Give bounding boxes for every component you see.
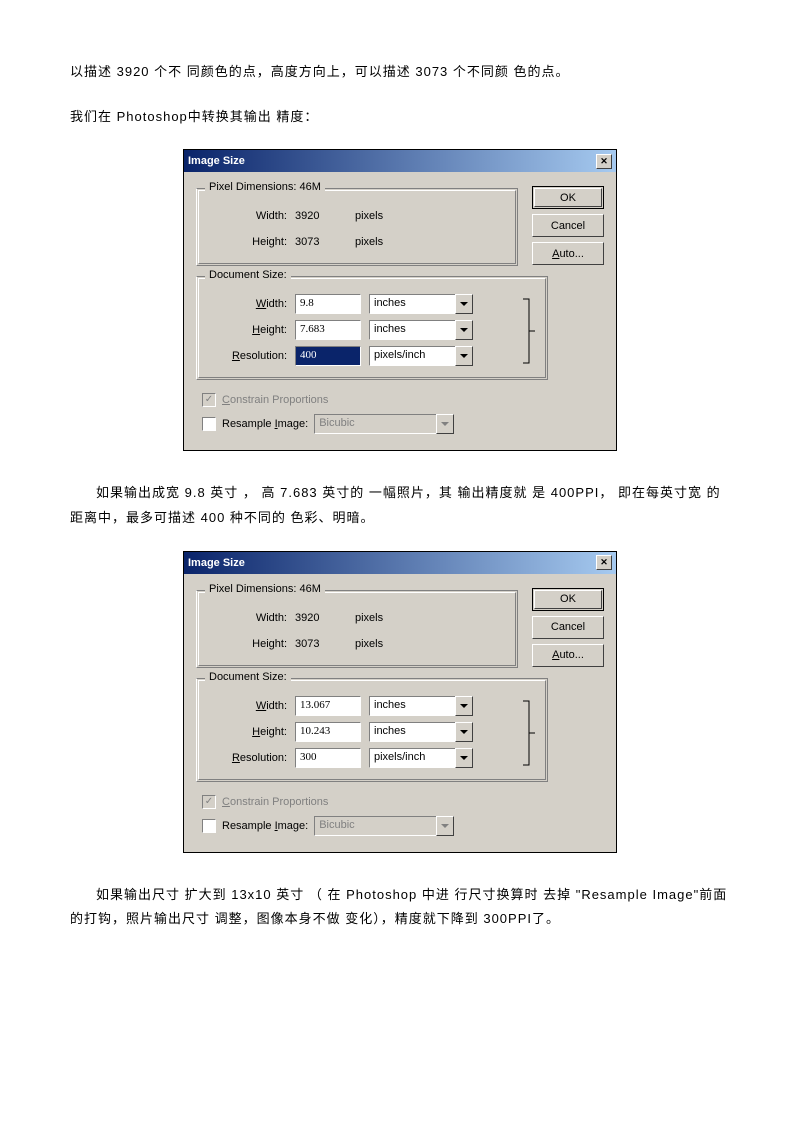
- document-size-legend: Document Size:: [205, 671, 291, 683]
- pixel-dimensions-legend: Pixel Dimensions: 46M: [205, 583, 325, 595]
- paragraph-1: 以描述 3920 个不 同颜色的点，高度方向上，可以描述 3073 个不同颜 色…: [70, 60, 730, 85]
- auto-button[interactable]: Auto...: [532, 644, 604, 667]
- width-label: Width:: [207, 612, 295, 624]
- chevron-down-icon: [460, 302, 468, 306]
- width-label: Width:: [207, 210, 295, 222]
- resample-image-checkbox[interactable]: Resample Image: Bicubic: [202, 414, 604, 434]
- dialog-title: Image Size: [188, 155, 245, 167]
- chevron-down-icon: [460, 756, 468, 760]
- pixel-dimensions-legend: Pixel Dimensions: 46M: [205, 181, 325, 193]
- resample-method-dropdown: Bicubic: [314, 816, 454, 836]
- titlebar: Image Size ✕: [184, 552, 616, 574]
- doc-height-input[interactable]: 7.683: [295, 320, 361, 340]
- doc-height-label: Height:: [207, 726, 295, 738]
- close-icon: ✕: [600, 156, 608, 167]
- chevron-down-icon: [460, 730, 468, 734]
- height-label: Height:: [207, 236, 295, 248]
- close-button[interactable]: ✕: [596, 154, 612, 169]
- document-size-group: Document Size: Width:13.067inches Height…: [196, 678, 548, 782]
- resolution-input[interactable]: 400: [295, 346, 361, 366]
- resample-image-checkbox[interactable]: Resample Image: Bicubic: [202, 816, 604, 836]
- document-size-legend: Document Size:: [205, 269, 291, 281]
- chevron-down-icon: [460, 704, 468, 708]
- close-icon: ✕: [600, 557, 608, 568]
- doc-width-input[interactable]: 13.067: [295, 696, 361, 716]
- resolution-input[interactable]: 300: [295, 748, 361, 768]
- image-size-dialog-1: Image Size ✕ OK Cancel Auto... Pixel Dim…: [183, 149, 617, 451]
- doc-width-label: Width:: [207, 298, 295, 310]
- resample-method-dropdown: Bicubic: [314, 414, 454, 434]
- resolution-label: Resolution:: [207, 350, 295, 362]
- check-icon: ✓: [205, 395, 213, 405]
- link-bracket-icon: [521, 693, 539, 771]
- doc-width-unit-dropdown[interactable]: inches: [369, 696, 473, 716]
- ok-button[interactable]: OK: [532, 186, 604, 209]
- height-label: Height:: [207, 638, 295, 650]
- auto-button[interactable]: Auto...: [532, 242, 604, 265]
- pixel-width-unit: pixels: [355, 612, 425, 624]
- chevron-down-icon: [460, 354, 468, 358]
- dialog-title: Image Size: [188, 557, 245, 569]
- doc-height-unit-dropdown[interactable]: inches: [369, 722, 473, 742]
- image-size-dialog-2: Image Size ✕ OK Cancel Auto... Pixel Dim…: [183, 551, 617, 853]
- doc-width-unit-dropdown[interactable]: inches: [369, 294, 473, 314]
- pixel-height-unit: pixels: [355, 638, 425, 650]
- constrain-proportions-checkbox: ✓ Constrain Proportions: [202, 792, 604, 812]
- pixel-height-value: 3073: [295, 638, 355, 650]
- resolution-label: Resolution:: [207, 752, 295, 764]
- chevron-down-icon: [460, 328, 468, 332]
- ok-button[interactable]: OK: [532, 588, 604, 611]
- pixel-dimensions-group: Pixel Dimensions: 46M Width:3920pixels H…: [196, 188, 518, 266]
- pixel-height-unit: pixels: [355, 236, 425, 248]
- doc-width-input[interactable]: 9.8: [295, 294, 361, 314]
- document-size-group: Document Size: Width:9.8inches Height:7.…: [196, 276, 548, 380]
- resolution-unit-dropdown[interactable]: pixels/inch: [369, 346, 473, 366]
- chevron-down-icon: [441, 824, 449, 828]
- pixel-width-value: 3920: [295, 612, 355, 624]
- close-button[interactable]: ✕: [596, 555, 612, 570]
- doc-height-label: Height:: [207, 324, 295, 336]
- check-icon: ✓: [205, 797, 213, 807]
- pixel-width-value: 3920: [295, 210, 355, 222]
- cancel-button[interactable]: Cancel: [532, 616, 604, 639]
- paragraph-2: 我们在 Photoshop中转换其输出 精度：: [70, 105, 730, 130]
- link-bracket-icon: [521, 291, 539, 369]
- pixel-dimensions-group: Pixel Dimensions: 46M Width:3920pixels H…: [196, 590, 518, 668]
- cancel-button[interactable]: Cancel: [532, 214, 604, 237]
- doc-height-input[interactable]: 10.243: [295, 722, 361, 742]
- doc-width-label: Width:: [207, 700, 295, 712]
- chevron-down-icon: [441, 422, 449, 426]
- pixel-width-unit: pixels: [355, 210, 425, 222]
- resolution-unit-dropdown[interactable]: pixels/inch: [369, 748, 473, 768]
- constrain-proportions-checkbox: ✓ Constrain Proportions: [202, 390, 604, 410]
- titlebar: Image Size ✕: [184, 150, 616, 172]
- doc-height-unit-dropdown[interactable]: inches: [369, 320, 473, 340]
- paragraph-3: 如果输出成宽 9.8 英寸 ， 高 7.683 英寸的 一幅照片，其 输出精度就…: [70, 481, 730, 530]
- pixel-height-value: 3073: [295, 236, 355, 248]
- paragraph-4: 如果输出尺寸 扩大到 13x10 英寸 （ 在 Photoshop 中进 行尺寸…: [70, 883, 730, 932]
